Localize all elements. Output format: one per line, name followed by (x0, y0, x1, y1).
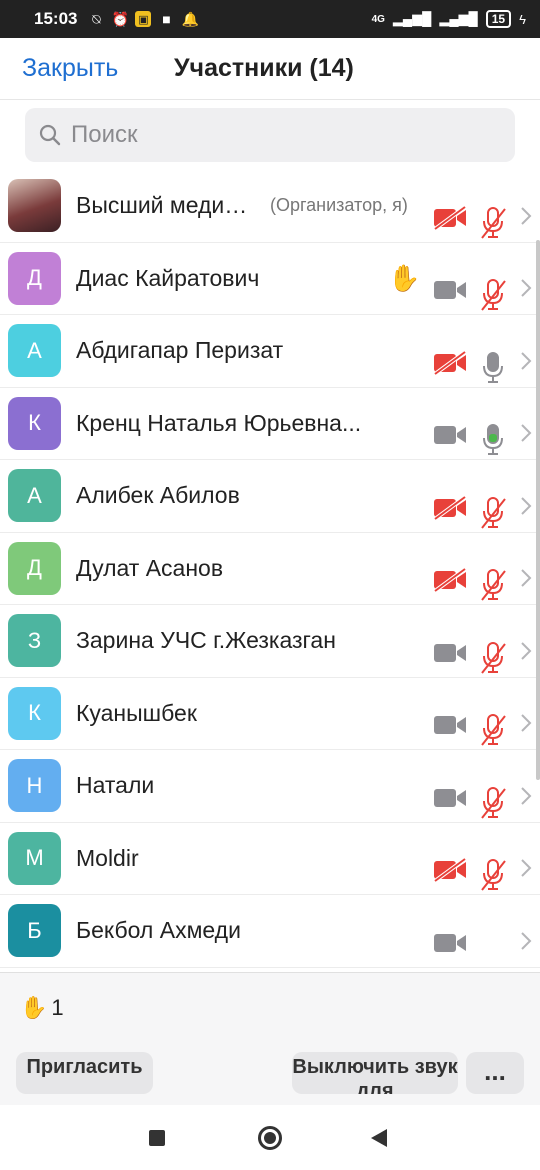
participant-name: Диас Кайратович (76, 264, 260, 291)
avatar: Д (8, 251, 61, 305)
participant-row[interactable]: Н Натали (0, 750, 540, 823)
participant-name: Бекбол Ахмеди (76, 917, 241, 944)
avatar: К (8, 686, 61, 740)
network-label: 4G (371, 13, 385, 25)
participant-name: Высший меди… (76, 192, 248, 219)
raised-hands-summary: ✋ 1 (20, 995, 64, 1021)
video-camera-icon: ■ (162, 11, 171, 27)
participant-role: (Организатор, я) (270, 195, 408, 216)
avatar: А (8, 324, 61, 378)
home-icon[interactable] (258, 1126, 282, 1150)
alarm-icon: ⏰ (111, 10, 130, 27)
signal-icon-2: ▂▄▆█ (439, 11, 478, 26)
participant-row[interactable]: А Алибек Абилов (0, 460, 540, 533)
header: Закрыть Участники (14) (0, 38, 540, 100)
back-icon[interactable] (371, 1129, 387, 1147)
status-icons: ⍉ ⏰ ▣ ■ 🔔 (87, 10, 199, 28)
participant-row[interactable]: Д Дулат Асанов (0, 533, 540, 605)
raised-hand-icon: ✋ (20, 995, 48, 1020)
notification-app-icon: ▣ (135, 11, 152, 27)
search-bar[interactable] (25, 108, 515, 162)
status-right: 4G ▂▄▆█ ▂▄▆█ 15 ϟ (372, 10, 526, 28)
silent-alarm-icon: ⍉ (92, 10, 101, 27)
participant-row[interactable]: К Куанышбек (0, 678, 540, 750)
invite-button[interactable]: Пригласить (16, 1052, 153, 1094)
participant-list: Высший меди… (Организатор, я) Д Диас Кайра… (0, 170, 540, 968)
raised-hand-icon: ✋ (388, 262, 421, 293)
avatar: З (8, 614, 61, 668)
avatar: Д (8, 541, 61, 595)
search-icon (39, 124, 61, 146)
scrollbar[interactable] (536, 240, 540, 780)
more-button[interactable]: ... (466, 1052, 524, 1094)
participant-row[interactable]: Высший меди… (Организатор, я) (0, 170, 540, 243)
avatar (8, 179, 61, 233)
status-time: 15:03 (34, 9, 78, 28)
raised-hands-count: 1 (51, 995, 64, 1020)
participant-name: Кренц Наталья Юрьевна... (76, 409, 362, 436)
participant-name: Куанышбек (76, 699, 197, 726)
participant-name: Moldir (76, 844, 139, 871)
participant-row[interactable]: Б Бекбол Ахмеди (0, 895, 540, 968)
avatar: Н (8, 759, 61, 813)
bell-icon: 🔔 (181, 10, 200, 27)
participant-name: Дулат Асанов (76, 554, 224, 581)
bottom-panel: ✋ 1 Пригласить Выключить звук для ... (0, 972, 540, 1105)
participant-name: Зарина УЧС г.Жезказган (76, 627, 336, 654)
participant-row[interactable]: Д Диас Кайратович ✋ (0, 243, 540, 315)
participant-name: Алибек Абилов (76, 482, 240, 509)
avatar: К (8, 396, 61, 450)
charging-icon: ϟ (519, 11, 526, 27)
mute-all-button[interactable]: Выключить звук для (292, 1052, 458, 1094)
participant-row[interactable]: К Кренц Наталья Юрьевна... (0, 388, 540, 460)
avatar: М (8, 831, 61, 885)
battery-indicator: 15 (485, 10, 512, 28)
close-button[interactable]: Закрыть (22, 54, 118, 83)
system-navbar (0, 1105, 540, 1170)
participant-name: Абдигапар Перизат (76, 337, 284, 364)
signal-icon: ▂▄▆█ (392, 11, 432, 26)
avatar: А (8, 469, 61, 523)
recent-apps-icon[interactable] (149, 1130, 165, 1146)
page-title: Участники (14) (174, 54, 354, 82)
participant-row[interactable]: З Зарина УЧС г.Жезказган (0, 605, 540, 678)
participant-row[interactable]: А Абдигапар Перизат (0, 315, 540, 388)
search-input[interactable] (71, 121, 471, 149)
participant-row[interactable]: М Moldir (0, 823, 540, 895)
participant-name: Натали (76, 772, 155, 799)
status-bar: 15:03 ⍉ ⏰ ▣ ■ 🔔 4G ▂▄▆█ ▂▄▆█ 15 ϟ (0, 0, 540, 38)
avatar: Б (8, 904, 61, 958)
